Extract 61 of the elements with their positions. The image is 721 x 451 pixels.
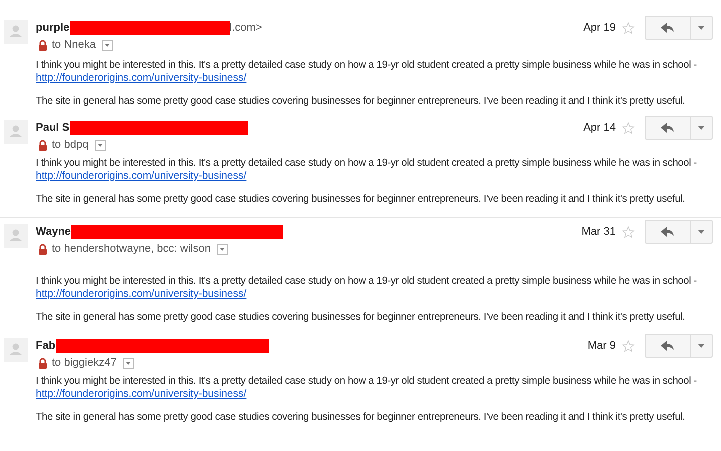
caret-icon (105, 44, 110, 46)
link[interactable]: http://founderorigins.com/university-business/ (36, 288, 247, 301)
sender-name: Fab (36, 340, 56, 352)
star-icon[interactable] (622, 122, 635, 134)
details-dropdown[interactable] (122, 358, 134, 368)
star-icon[interactable] (622, 22, 635, 34)
details-dropdown[interactable] (94, 140, 106, 150)
link[interactable]: http://founderorigins.com/university-business/ (36, 170, 247, 183)
details-dropdown[interactable] (216, 244, 228, 254)
lock-icon (38, 140, 48, 150)
link[interactable]: http://founderorigins.com/university-business/ (36, 72, 247, 85)
star-icon[interactable] (622, 340, 635, 352)
avatar-icon (4, 338, 28, 362)
caret-icon (698, 230, 705, 234)
sender-name: Wayne (36, 226, 72, 238)
caret-icon (126, 362, 131, 364)
caret-icon (98, 144, 103, 146)
reply-button[interactable] (645, 116, 691, 140)
more-button[interactable] (691, 334, 713, 358)
reply-icon (661, 341, 675, 351)
message-text: I think you might be interested in this. It's a pretty detailed case study on how a 19-yr old student created a pretty simple business while he was in school - (36, 375, 698, 388)
caret-icon (698, 126, 705, 130)
message-date: Mar 31 (582, 226, 616, 238)
reply-button[interactable] (645, 334, 691, 358)
lock-icon (38, 358, 48, 368)
message-date: Apr 19 (584, 22, 616, 34)
message-text: The site in general has some pretty good case studies covering businesses for beginner entrepreneurs. I've been reading it and I think it's pretty useful. (36, 411, 686, 424)
caret-icon (698, 26, 705, 30)
lock-icon (38, 40, 48, 50)
reply-icon (661, 23, 675, 33)
message-text: I think you might be interested in this. It's a pretty detailed case study on how a 19-yr old student created a pretty simple business while he was in school - (36, 59, 698, 72)
lock-icon (38, 244, 48, 254)
details-dropdown[interactable] (102, 40, 114, 50)
avatar-icon (4, 224, 28, 248)
avatar-icon (4, 120, 28, 144)
message-text: The site in general has some pretty good case studies covering businesses for beginner entrepreneurs. I've been reading it and I think it's pretty useful. (36, 193, 686, 206)
more-button[interactable] (691, 116, 713, 140)
sender-name: purple (36, 22, 70, 34)
message-text: I think you might be interested in this. It's a pretty detailed case study on how a 19-yr old student created a pretty simple business while he was in school - (36, 275, 698, 288)
caret-icon (698, 344, 705, 348)
recipients: to biggiekz47 (52, 357, 117, 369)
recipients: to bdpq (52, 139, 89, 151)
star-icon[interactable] (622, 226, 635, 238)
caret-icon (220, 248, 225, 250)
message-date: Apr 14 (584, 122, 616, 134)
reply-button[interactable] (645, 220, 691, 244)
reply-icon (661, 227, 675, 237)
reply-button[interactable] (645, 16, 691, 40)
message-text: I think you might be interested in this. It's a pretty detailed case study on how a 19-yr old student created a pretty simple business while he was in school - (36, 157, 698, 170)
sender-name: Paul S (36, 122, 70, 134)
more-button[interactable] (691, 220, 713, 244)
message-text: The site in general has some pretty good case studies covering businesses for beginner entrepreneurs. I've been reading it and I think it's pretty useful. (36, 95, 686, 108)
avatar-icon (4, 20, 28, 44)
sender-email: l.com> (230, 22, 262, 34)
more-button[interactable] (691, 16, 713, 40)
link[interactable]: http://founderorigins.com/university-business/ (36, 388, 247, 401)
recipients: to hendershotwayne, bcc: wilson (52, 243, 211, 255)
message-date: Mar 9 (588, 340, 616, 352)
message-text: The site in general has some pretty good case studies covering businesses for beginner entrepreneurs. I've been reading it and I think it's pretty useful. (36, 311, 686, 324)
recipients: to Nneka (52, 39, 96, 51)
reply-icon (661, 123, 675, 133)
